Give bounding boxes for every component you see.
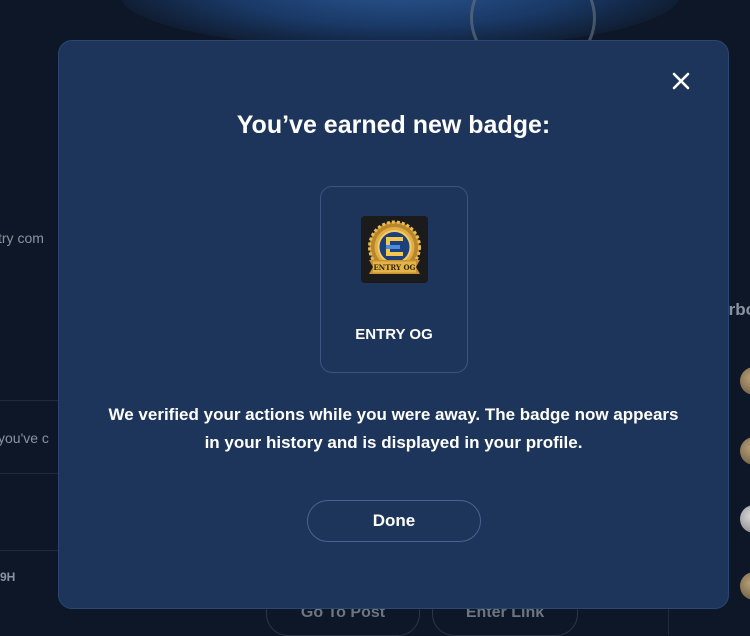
badge-image: ENTRY OG (361, 216, 428, 283)
background-divider (0, 550, 60, 551)
close-button[interactable] (669, 69, 693, 93)
modal-description: We verified your actions while you were … (108, 405, 679, 452)
entry-og-badge-icon: ENTRY OG (361, 216, 428, 283)
badge-card: ENTRY OG ENTRY OG (320, 186, 468, 373)
badge-image-text: ENTRY OG (373, 263, 415, 272)
background-entry-text: try com (0, 230, 44, 246)
close-icon (672, 72, 690, 90)
avatar (740, 437, 750, 465)
badge-name: ENTRY OG (355, 326, 433, 343)
background-leaderboard-title: rbo (728, 300, 750, 319)
background-text-you: you've c (0, 430, 49, 446)
avatar (740, 367, 750, 395)
background-divider (0, 473, 60, 474)
modal-title: You’ve earned new badge: (236, 111, 551, 139)
background-divider (0, 400, 60, 401)
done-button[interactable]: Done (307, 500, 481, 542)
avatar (740, 572, 750, 600)
background-time-label: 9H (0, 570, 16, 584)
badge-earned-modal: You’ve earned new badge: ENTRY OG ENTRY … (58, 40, 729, 609)
avatar (740, 505, 750, 533)
